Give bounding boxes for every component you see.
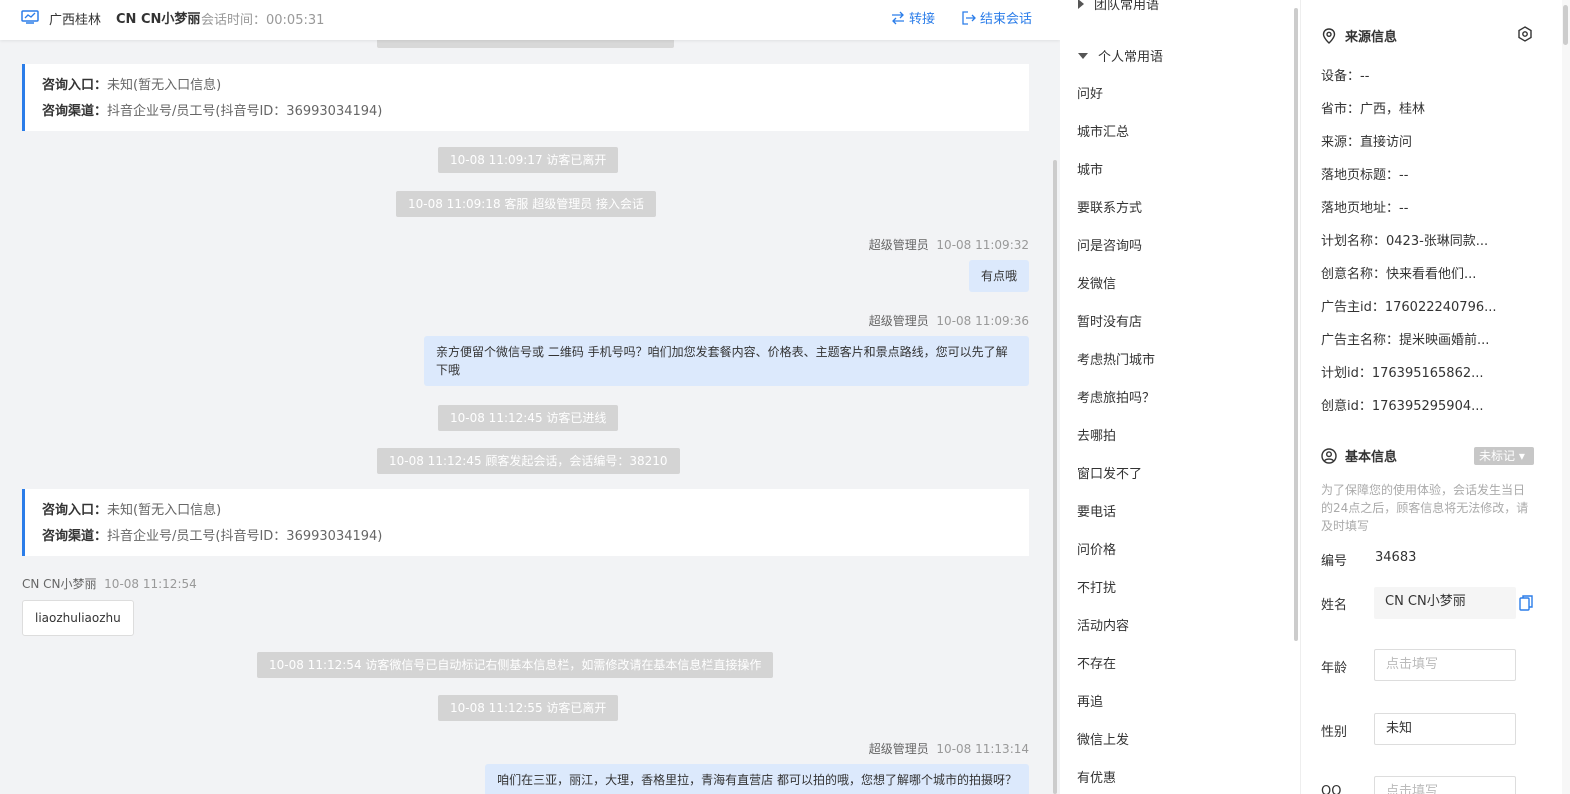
agent-message: 咱们在三亚，丽江，大理，香格里拉，青海有直营店 都可以拍的哦，您想了解哪个城市的… bbox=[485, 764, 1029, 794]
transfer-label: 转接 bbox=[909, 12, 936, 27]
quick-reply-item[interactable]: 窗口发不了 bbox=[1077, 463, 1142, 482]
settings-icon[interactable] bbox=[1517, 26, 1533, 42]
quick-reply-item[interactable]: 去哪拍 bbox=[1077, 425, 1116, 444]
source-info-row: 落地页地址：-- bbox=[1321, 201, 1409, 216]
visitor-info-panel: 来源信息 设备：-- 省市：广西，桂林 来源：直接访问 落地页标题：-- 落地页地址：-… bbox=[1300, 0, 1562, 794]
visitor-message: liaozhuliaozhu bbox=[22, 600, 134, 636]
inquiry-entry: 咨询入口：未知(暂无入口信息) bbox=[42, 78, 222, 93]
quick-reply-item[interactable]: 问好 bbox=[1077, 83, 1103, 102]
session-time: 会话时间：00:05:31 bbox=[201, 13, 325, 28]
visitor-location: 广西桂林 bbox=[49, 13, 102, 28]
quick-reply-item[interactable]: 不存在 bbox=[1077, 653, 1116, 672]
quick-reply-item[interactable]: 微信上发 bbox=[1077, 729, 1129, 748]
inquiry-channel: 咨询渠道：抖音企业号/员工号(抖音号ID：36993034194) bbox=[42, 104, 383, 119]
system-message: 10-08 11:12:45 访客已进线 bbox=[438, 405, 619, 431]
system-message: 10-08 11:12:54 访客微信号已自动标记右侧基本信息栏，如需修改请在基… bbox=[257, 652, 774, 678]
source-info-row: 计划名称：0423-张琳同款... bbox=[1321, 234, 1489, 249]
user-circle-icon bbox=[1321, 447, 1337, 464]
system-message: 10-08 11:12:45 顾客发起会话，会话编号：38210 bbox=[377, 448, 680, 474]
quick-reply-item[interactable]: 城市 bbox=[1077, 159, 1103, 178]
quick-replies-panel: 团队常用语 个人常用语 问好城市汇总城市要联系方式问是咨询吗发微信暂时没有店考虑… bbox=[1060, 0, 1300, 794]
copy-icon[interactable] bbox=[1519, 595, 1533, 611]
agent-message: 亲方便留个微信号或 二维码 手机号吗？咱们加您发套餐内容、价格表、主题客片和景点… bbox=[424, 336, 1029, 386]
source-info-row: 创意id：176395295904... bbox=[1321, 399, 1484, 414]
end-session-button[interactable]: 结束会话 bbox=[962, 8, 1032, 27]
team-phrases-group[interactable]: 团队常用语 bbox=[1078, 0, 1159, 13]
quick-reply-item[interactable]: 问价格 bbox=[1077, 539, 1116, 558]
quick-reply-item[interactable]: 再追 bbox=[1077, 691, 1103, 710]
quick-reply-item[interactable]: 活动内容 bbox=[1077, 615, 1129, 634]
quick-reply-item[interactable]: 城市汇总 bbox=[1077, 121, 1129, 140]
age-input[interactable]: 点击填写 bbox=[1374, 649, 1516, 681]
message-meta: 超级管理员 10-08 11:13:14 bbox=[868, 742, 1029, 756]
quick-reply-item[interactable]: 暂时没有店 bbox=[1077, 311, 1142, 330]
chat-header: 广西桂林 CN CN小梦丽 会话时间：00:05:31 转接 结束会话 bbox=[0, 0, 1060, 40]
source-info-title: 来源信息 bbox=[1321, 26, 1397, 45]
name-field[interactable]: CN CN小梦丽 bbox=[1374, 587, 1516, 619]
caret-down-icon bbox=[1078, 52, 1088, 59]
info-panel-scrollbar[interactable] bbox=[1562, 0, 1570, 794]
gender-label: 性别 bbox=[1321, 725, 1348, 740]
inquiry-channel: 咨询渠道：抖音企业号/员工号(抖音号ID：36993034194) bbox=[42, 529, 383, 544]
quick-reply-item[interactable]: 不打扰 bbox=[1077, 577, 1116, 596]
name-label: 姓名 bbox=[1321, 598, 1348, 613]
quick-reply-item[interactable]: 要联系方式 bbox=[1077, 197, 1142, 216]
message-meta: 超级管理员 10-08 11:09:32 bbox=[868, 238, 1029, 252]
system-message: 10-08 11:12:55 访客已离开 bbox=[438, 695, 619, 721]
basic-info-title: 基本信息 bbox=[1321, 446, 1397, 465]
chat-panel: 广西桂林 CN CN小梦丽 会话时间：00:05:31 转接 结束会话 咨询入口… bbox=[0, 0, 1060, 794]
chat-workspace: 广西桂林 CN CN小梦丽 会话时间：00:05:31 转接 结束会话 咨询入口… bbox=[0, 0, 1570, 794]
qq-input[interactable]: 点击填写 bbox=[1374, 776, 1516, 794]
source-info-row: 广告主名称：提米映画婚前... bbox=[1321, 333, 1490, 348]
quick-reply-item[interactable]: 考虑热门城市 bbox=[1077, 349, 1155, 368]
source-info-row: 计划id：176395165862... bbox=[1321, 366, 1484, 381]
monitor-icon bbox=[21, 10, 39, 24]
age-label: 年龄 bbox=[1321, 661, 1348, 676]
caret-right-icon bbox=[1078, 0, 1084, 9]
quick-reply-item[interactable]: 发微信 bbox=[1077, 273, 1116, 292]
source-info-row: 广告主id：176022240796... bbox=[1321, 300, 1497, 315]
edit-notice: 为了保障您的使用体验，会话发生当日的24点之后，顾客信息将无法修改，请及时填写 bbox=[1321, 483, 1529, 533]
id-value: 34683 bbox=[1375, 550, 1417, 565]
agent-message: 有点哦 bbox=[968, 260, 1029, 292]
end-session-label: 结束会话 bbox=[980, 12, 1033, 27]
quick-reply-item[interactable]: 问是咨询吗 bbox=[1077, 235, 1142, 254]
quick-replies-scrollbar[interactable] bbox=[1294, 8, 1298, 641]
source-info-row: 来源：直接访问 bbox=[1321, 135, 1413, 150]
source-info-row: 省市：广西，桂林 bbox=[1321, 102, 1426, 117]
inquiry-entry: 咨询入口：未知(暂无入口信息) bbox=[42, 503, 222, 518]
quick-reply-item[interactable]: 要电话 bbox=[1077, 501, 1116, 520]
source-info-row: 创意名称：快来看看他们... bbox=[1321, 267, 1477, 282]
chat-scrollbar[interactable] bbox=[1053, 160, 1057, 794]
exit-icon bbox=[962, 10, 976, 25]
personal-phrases-group[interactable]: 个人常用语 bbox=[1078, 46, 1163, 65]
qq-label: QQ bbox=[1321, 784, 1342, 794]
quick-reply-item[interactable]: 有优惠 bbox=[1077, 767, 1116, 786]
message-meta: 超级管理员 10-08 11:09:36 bbox=[868, 314, 1029, 328]
gender-select[interactable]: 未知 bbox=[1374, 713, 1516, 745]
transfer-button[interactable]: 转接 bbox=[891, 8, 935, 27]
visitor-name: CN CN小梦丽 bbox=[116, 12, 201, 27]
system-message: 10-08 11:09:18 客服 超级管理员 接入会话 bbox=[396, 191, 657, 217]
inquiry-info-card: 咨询入口：未知(暂无入口信息) 咨询渠道：抖音企业号/员工号(抖音号ID：369… bbox=[22, 489, 1029, 556]
location-pin-icon bbox=[1322, 27, 1336, 44]
quick-reply-item[interactable]: 考虑旅拍吗？ bbox=[1077, 387, 1155, 406]
source-info-row: 落地页标题：-- bbox=[1321, 168, 1409, 183]
source-info-row: 设备：-- bbox=[1321, 69, 1370, 84]
id-label: 编号 bbox=[1321, 554, 1348, 569]
info-panel-scroll-thumb[interactable] bbox=[1563, 5, 1568, 45]
system-message: 10-08 11:09:17 访客已离开 bbox=[438, 147, 619, 173]
transfer-icon bbox=[892, 11, 904, 24]
tag-dropdown[interactable]: 未标记 ▾ bbox=[1474, 447, 1534, 465]
inquiry-info-card: 咨询入口：未知(暂无入口信息) 咨询渠道：抖音企业号/员工号(抖音号ID：369… bbox=[22, 64, 1029, 131]
message-meta: CN CN小梦丽 10-08 11:12:54 bbox=[22, 577, 197, 591]
